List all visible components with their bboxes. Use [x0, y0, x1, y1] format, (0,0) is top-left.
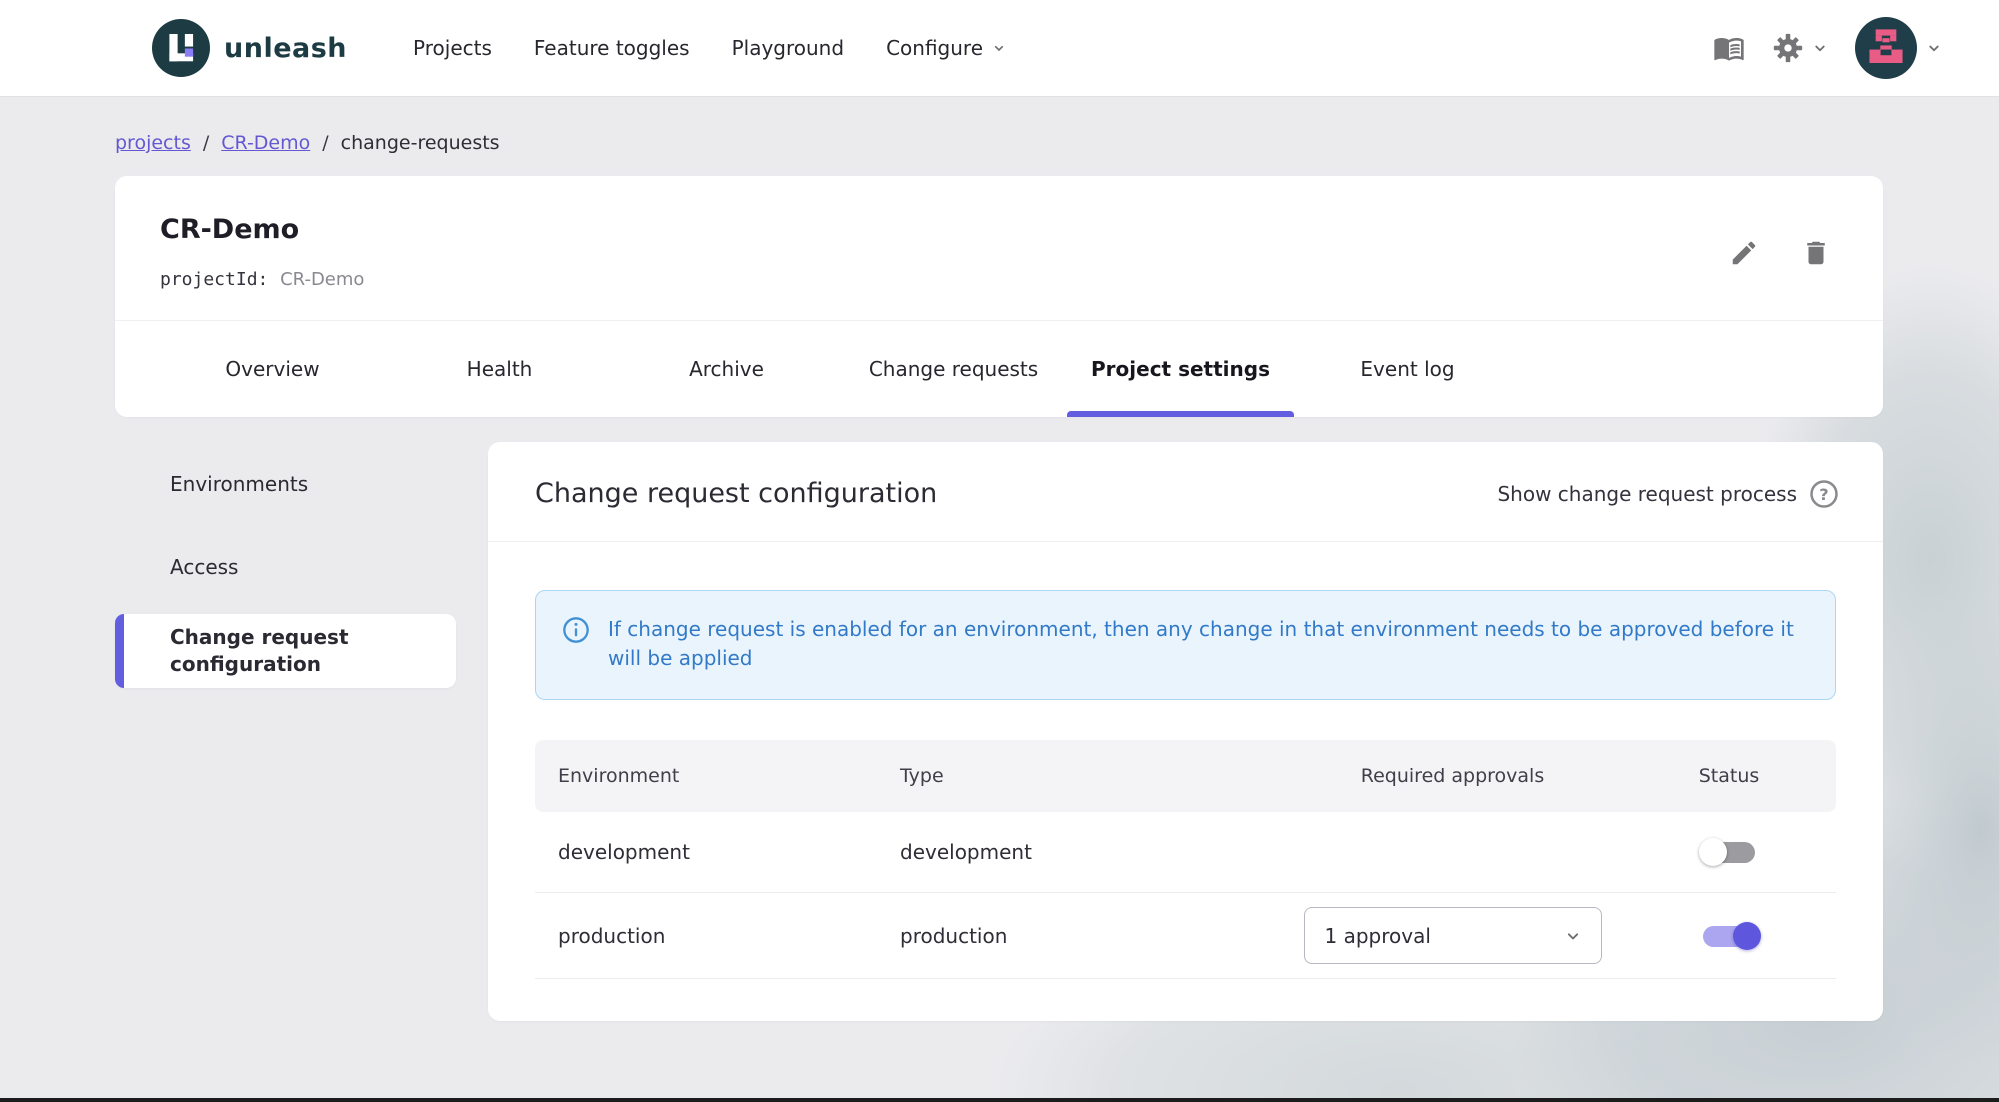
unleash-logo[interactable]: unleash: [152, 19, 347, 77]
toggle-knob: [1733, 921, 1761, 950]
cell-environment: development: [558, 840, 690, 864]
column-header-required-approvals: Required approvals: [1360, 765, 1545, 787]
cell-required-approvals: 1 approval: [1280, 907, 1625, 964]
sidebar-item-environments[interactable]: Environments: [115, 448, 456, 520]
nav-configure-label: Configure: [886, 36, 983, 60]
tab-archive[interactable]: Archive: [613, 321, 840, 417]
column-header-environment: Environment: [558, 765, 680, 787]
chevron-down-icon: [1929, 45, 1939, 52]
edit-project-button[interactable]: [1723, 232, 1765, 274]
column-header-type: Type: [900, 765, 944, 787]
sidebar-item-label: Environments: [170, 471, 309, 496]
screenshot-bottom-edge: [0, 1098, 1999, 1102]
nav-feature-toggles[interactable]: Feature toggles: [516, 26, 708, 70]
nav-projects[interactable]: Projects: [395, 26, 510, 70]
chevron-down-icon: [1815, 45, 1825, 52]
cell-status: [1625, 921, 1833, 951]
page-title: CR-Demo: [160, 214, 300, 245]
cell-type: production: [900, 923, 1008, 948]
project-header-card: CR-Demo projectId: CR-Demo Overview Heal…: [115, 176, 1883, 417]
info-alert: If change request is enabled for an envi…: [535, 590, 1836, 700]
user-avatar: [1855, 17, 1917, 79]
gear-icon: [1773, 33, 1803, 63]
sidebar-item-label: Change request configuration: [170, 625, 349, 676]
tab-project-settings[interactable]: Project settings: [1067, 321, 1294, 417]
brand-name: unleash: [224, 32, 348, 64]
book-icon: [1714, 38, 1744, 61]
cell-type: development: [900, 840, 1032, 864]
project-id-value: CR-Demo: [280, 269, 365, 290]
breadcrumb-projects[interactable]: projects: [115, 132, 191, 154]
environments-table: Environment Type Required approvals Stat…: [535, 740, 1836, 979]
breadcrumb-current: change-requests: [340, 132, 500, 154]
project-id-label: projectId:: [160, 269, 269, 290]
sidebar-item-access[interactable]: Access: [115, 531, 456, 603]
cell-status: [1625, 837, 1833, 867]
settings-menu-button[interactable]: [1771, 31, 1829, 65]
project-actions: [1723, 214, 1837, 290]
panel-header: Change request configuration Show change…: [488, 442, 1883, 542]
tab-event-log[interactable]: Event log: [1294, 321, 1521, 417]
chevron-down-icon: [1567, 932, 1578, 939]
project-head-text: CR-Demo projectId: CR-Demo: [160, 214, 364, 290]
breadcrumb-project[interactable]: CR-Demo: [221, 132, 310, 154]
breadcrumb-separator: /: [202, 132, 210, 154]
panel-body: If change request is enabled for an envi…: [488, 542, 1883, 979]
panel-title: Change request configuration: [535, 478, 938, 509]
settings-sidebar: Environments Access Change request confi…: [115, 442, 456, 699]
topbar-right: [1713, 17, 1943, 79]
unleash-logo-icon: [152, 19, 210, 77]
table-row-development: development development: [535, 812, 1836, 893]
column-header-status: Status: [1698, 765, 1760, 787]
breadcrumb-separator: /: [322, 132, 329, 154]
toggle-knob: [1699, 838, 1727, 866]
chevron-down-icon: [994, 45, 1004, 51]
change-requests-toggle-development[interactable]: [1699, 837, 1757, 867]
primary-nav: Projects Feature toggles Playground Conf…: [395, 26, 1025, 70]
nav-configure[interactable]: Configure: [868, 26, 1025, 70]
delete-project-button[interactable]: [1795, 232, 1837, 274]
change-requests-toggle-production[interactable]: [1701, 921, 1761, 951]
show-change-request-process-button[interactable]: Show change request process ?: [1497, 479, 1839, 509]
info-icon: [563, 617, 589, 643]
documentation-button[interactable]: [1713, 32, 1745, 64]
required-approvals-select[interactable]: 1 approval: [1303, 907, 1602, 964]
content-area: Environments Access Change request confi…: [115, 442, 1999, 1021]
cell-environment: production: [558, 923, 666, 948]
tab-health[interactable]: Health: [386, 321, 613, 417]
top-navigation-bar: unleash Projects Feature toggles Playgro…: [0, 0, 1999, 96]
table-row-production: production production 1 approval: [535, 893, 1836, 979]
help-icon: ?: [1810, 479, 1838, 508]
sidebar-item-label: Access: [170, 554, 239, 579]
table-header-row: Environment Type Required approvals Stat…: [535, 740, 1836, 812]
edit-icon: [1732, 241, 1756, 265]
project-id: projectId: CR-Demo: [160, 269, 364, 290]
project-tabs: Overview Health Archive Change requests …: [115, 320, 1883, 417]
tab-overview[interactable]: Overview: [159, 321, 386, 417]
info-alert-text: If change request is enabled for an envi…: [608, 617, 1794, 670]
project-head: CR-Demo projectId: CR-Demo: [115, 176, 1883, 320]
show-change-request-process-label: Show change request process: [1497, 481, 1797, 506]
sidebar-item-change-request-configuration[interactable]: Change request configuration: [115, 614, 456, 688]
required-approvals-value: 1 approval: [1324, 923, 1431, 948]
breadcrumb: projects / CR-Demo / change-requests: [0, 96, 1999, 176]
tab-change-requests[interactable]: Change requests: [840, 321, 1067, 417]
user-menu-button[interactable]: [1855, 17, 1943, 79]
delete-icon: [1807, 241, 1825, 265]
change-request-configuration-panel: Change request configuration Show change…: [488, 442, 1883, 1021]
svg-text:?: ?: [1819, 484, 1828, 503]
nav-playground[interactable]: Playground: [714, 26, 862, 70]
